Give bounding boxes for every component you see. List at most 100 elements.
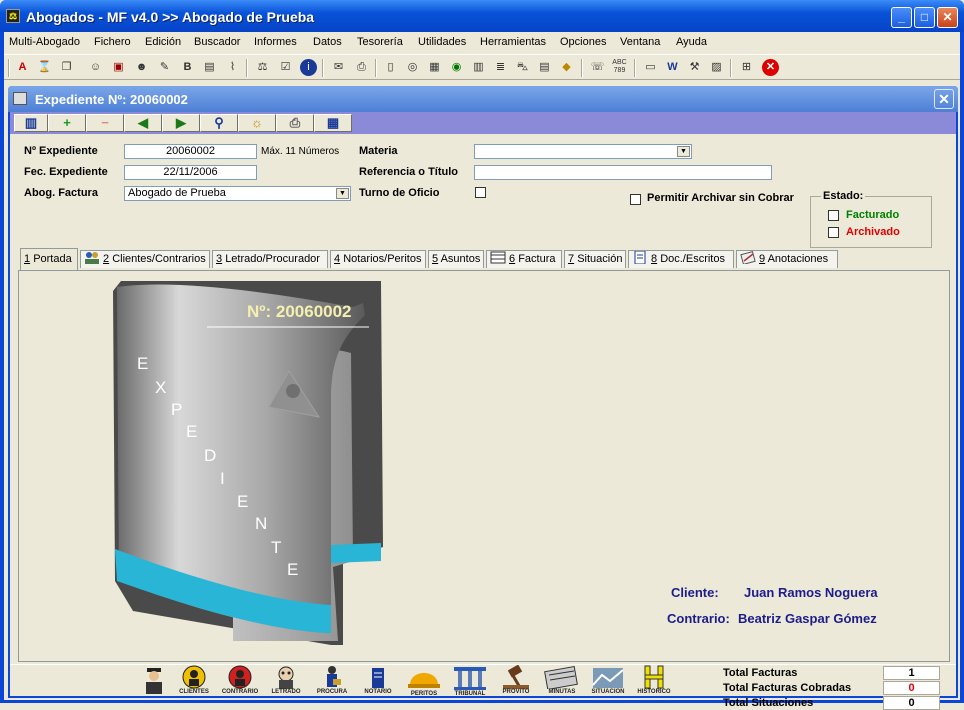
menu-tesoreria[interactable]: Tesorería: [357, 36, 403, 48]
historico-icon[interactable]: HISTORICO: [634, 665, 674, 697]
clip-icon[interactable]: ⌇: [224, 59, 241, 76]
monitor-icon[interactable]: ▭: [642, 59, 659, 76]
contrario-icon[interactable]: CONTRARIO: [220, 665, 260, 697]
tab-clientes-contrarios[interactable]: 2 Clientes/Contrarios: [80, 250, 210, 268]
cover-letter: E: [237, 492, 248, 511]
tab-strip: 1 Portada 2 Clientes/Contrarios 3 Letrad…: [18, 248, 948, 270]
cover-letter: D: [204, 446, 216, 465]
phone-icon[interactable]: ☏: [589, 59, 606, 76]
menu-bar: Multi-Abogado Fichero Edición Buscador I…: [4, 32, 960, 54]
menu-ayuda[interactable]: Ayuda: [676, 36, 707, 48]
abog-factura-select[interactable]: Abogado de Prueba ▼: [124, 186, 351, 201]
document-icon[interactable]: ▦: [426, 59, 443, 76]
print-button[interactable]: ⎙: [276, 114, 314, 132]
hourglass-icon[interactable]: ⌛: [36, 59, 53, 76]
tab-asuntos[interactable]: 5 Asuntos: [428, 250, 484, 268]
permitir-archivar-checkbox[interactable]: [630, 194, 641, 205]
archivado-checkbox[interactable]: [828, 227, 839, 238]
weather-icon[interactable]: ☼: [238, 114, 276, 132]
info-icon[interactable]: i: [300, 59, 317, 76]
menu-herramientas[interactable]: Herramientas: [480, 36, 546, 48]
total-situaciones-label: Total Situaciones: [723, 697, 814, 709]
newspaper-icon[interactable]: ▤: [536, 59, 553, 76]
tab-situacion[interactable]: 7 Situación: [564, 250, 626, 268]
menu-informes[interactable]: Informes: [254, 36, 297, 48]
scales-icon[interactable]: ⚖: [6, 9, 20, 23]
font-icon[interactable]: A: [14, 59, 31, 76]
card-icon[interactable]: ▤: [201, 59, 218, 76]
chevron-down-icon[interactable]: ▼: [677, 146, 690, 157]
add-record-button[interactable]: +: [48, 114, 86, 132]
tab-factura[interactable]: 6 Factura: [486, 250, 562, 268]
tab-label: Notarios/Peritos: [343, 253, 422, 265]
word-icon[interactable]: W: [664, 59, 681, 76]
menu-ventana[interactable]: Ventana: [620, 36, 660, 48]
abc-icon[interactable]: ABC 789: [611, 59, 628, 76]
next-record-button[interactable]: ▶: [162, 114, 200, 132]
tab-anotaciones[interactable]: 9 Anotaciones: [736, 250, 838, 268]
provito-icon[interactable]: PROVITO: [496, 665, 536, 697]
minimize-button[interactable]: _: [891, 7, 912, 28]
tab-number: 9: [759, 253, 766, 265]
person-settings-icon[interactable]: ☻: [133, 59, 150, 76]
globe-icon[interactable]: ◉: [448, 59, 465, 76]
situacion-icon[interactable]: SITUACION: [588, 665, 628, 697]
tribunal-icon[interactable]: TRIBUNAL: [450, 665, 490, 697]
tab-notarios-peritos[interactable]: 4 Notarios/Peritos: [330, 250, 426, 268]
menu-utilidades[interactable]: Utilidades: [418, 36, 466, 48]
menu-datos[interactable]: Datos: [313, 36, 342, 48]
person-edit-icon[interactable]: ✎: [156, 59, 173, 76]
checklist-icon[interactable]: ☑: [277, 59, 294, 76]
person-card-icon[interactable]: ▣: [110, 59, 127, 76]
scales-icon[interactable]: ⚖: [254, 59, 271, 76]
materia-select[interactable]: ▼: [474, 144, 692, 159]
note-icon[interactable]: ◆: [558, 59, 575, 76]
chat-icon[interactable]: ✉: [330, 59, 347, 76]
windows-icon[interactable]: ❐: [58, 59, 75, 76]
binoculars-icon[interactable]: ⚲: [200, 114, 238, 132]
tools-icon[interactable]: ⚒: [686, 59, 703, 76]
cover-letter: T: [271, 538, 281, 557]
spreadsheet-icon[interactable]: ▦: [314, 114, 352, 132]
num-expediente-field[interactable]: 20060002: [124, 144, 257, 159]
previous-record-button[interactable]: ◀: [124, 114, 162, 132]
exit-icon[interactable]: ✕: [762, 59, 779, 76]
calculator-icon[interactable]: ▥: [470, 59, 487, 76]
peritos-icon[interactable]: PERITOS: [404, 665, 444, 697]
maximize-button[interactable]: □: [914, 7, 935, 28]
tab-doc-escritos[interactable]: 8 Doc./Escritos: [628, 250, 734, 268]
car-icon[interactable]: ⛍: [514, 59, 531, 76]
user-search-icon[interactable]: ☺: [87, 59, 104, 76]
tape-icon[interactable]: ◎: [404, 59, 421, 76]
facturado-checkbox[interactable]: [828, 210, 839, 221]
procura-icon[interactable]: PROCURA: [312, 665, 352, 697]
minutas-icon[interactable]: MINUTAS: [542, 665, 582, 697]
printer-icon[interactable]: ⎙: [353, 59, 370, 76]
notario-icon[interactable]: NOTARIO: [358, 665, 398, 697]
estado-label: Estado:: [821, 190, 866, 202]
tab-portada[interactable]: 1 Portada: [20, 248, 78, 270]
chevron-down-icon[interactable]: ▼: [336, 188, 349, 199]
menu-fichero[interactable]: Fichero: [94, 36, 131, 48]
menu-multi-abogado[interactable]: Multi-Abogado: [9, 36, 80, 48]
bold-icon[interactable]: B: [179, 59, 196, 76]
tab-label: Clientes/Contrarios: [112, 253, 206, 265]
list-icon[interactable]: ≣: [492, 59, 509, 76]
clientes-icon[interactable]: CLIENTES: [174, 665, 214, 697]
turno-oficio-checkbox[interactable]: [475, 187, 486, 198]
clipboard-icon[interactable]: ▨: [708, 59, 725, 76]
close-button[interactable]: ✕: [937, 7, 958, 28]
tab-letrado-procurador[interactable]: 3 Letrado/Procurador: [212, 250, 328, 268]
window-settings-icon[interactable]: ⊞: [738, 59, 755, 76]
menu-edicion[interactable]: Edición: [145, 36, 181, 48]
menu-buscador[interactable]: Buscador: [194, 36, 240, 48]
record-list-icon[interactable]: ▥: [14, 114, 48, 132]
menu-opciones[interactable]: Opciones: [560, 36, 606, 48]
referencia-field[interactable]: [474, 165, 772, 180]
delete-record-button[interactable]: −: [86, 114, 124, 132]
fec-expediente-field[interactable]: 22/11/2006: [124, 165, 257, 180]
book-icon[interactable]: ▯: [382, 59, 399, 76]
letrado-icon[interactable]: LETRADO: [266, 665, 306, 697]
graduate-icon[interactable]: [134, 665, 174, 697]
expediente-close-button[interactable]: ✕: [934, 89, 954, 109]
